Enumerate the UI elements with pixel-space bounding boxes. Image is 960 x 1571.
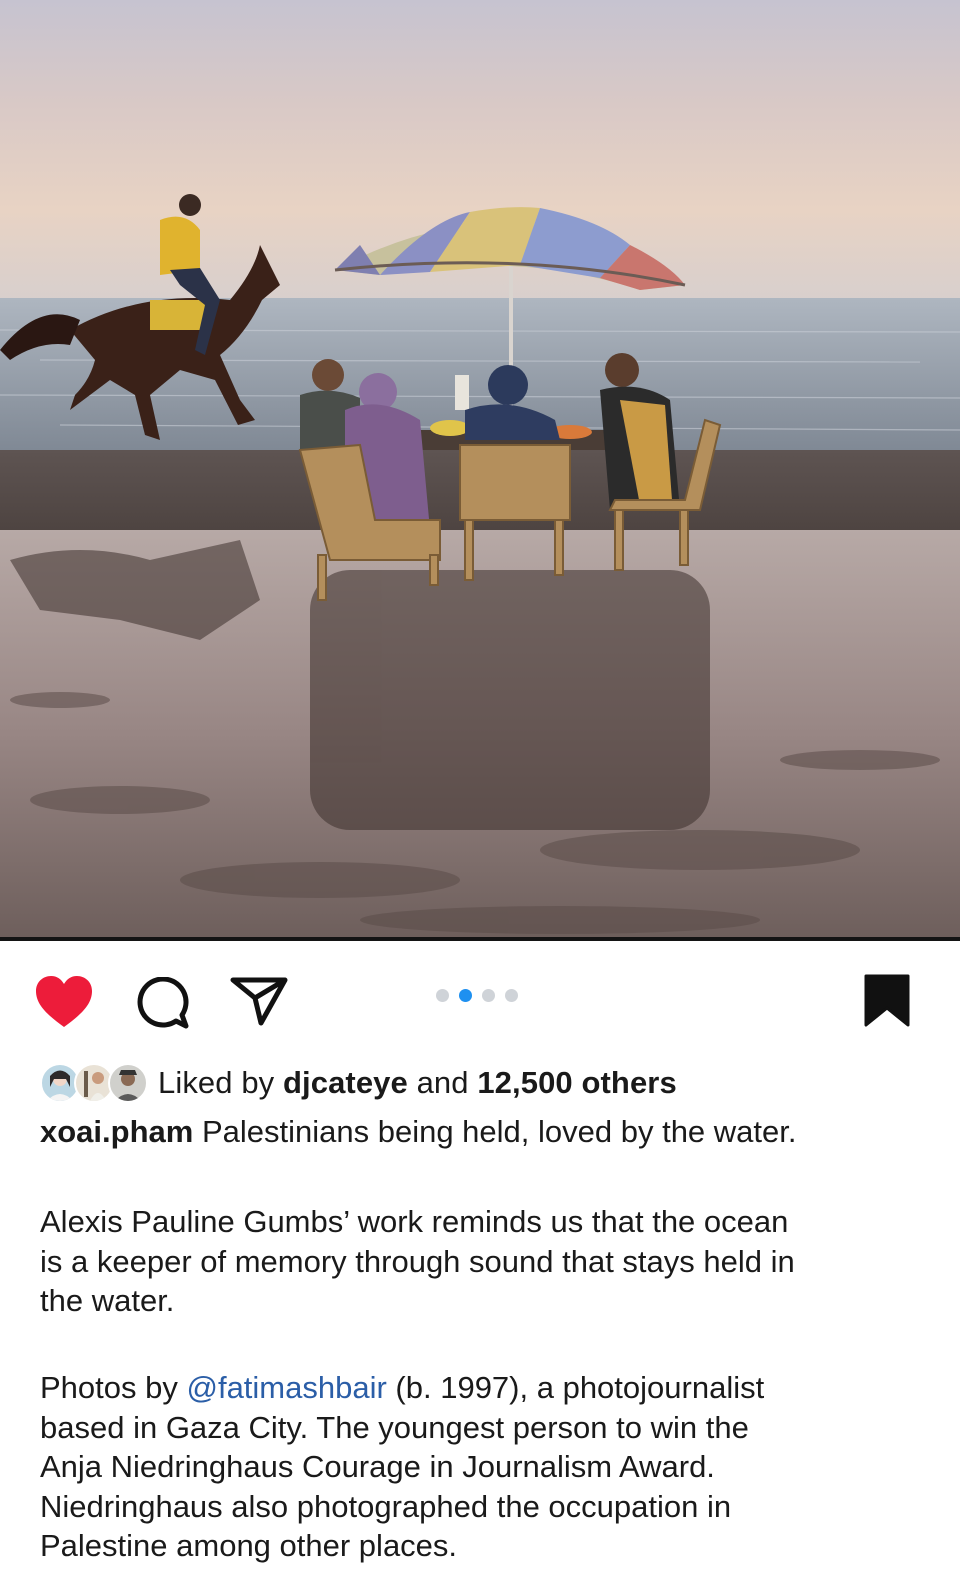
caption-paragraph-1: Alexis Pauline Gumbs’ work reminds us th… (40, 1202, 920, 1321)
carousel-dot (505, 988, 518, 1002)
caption-line: Alexis Pauline Gumbs’ work reminds us th… (40, 1204, 789, 1239)
liker-avatars (40, 1061, 148, 1105)
photo-divider (0, 937, 960, 941)
carousel-dot (436, 988, 449, 1002)
caption-paragraph-2: Photos by @fatimashbair (b. 1997), a pho… (40, 1368, 920, 1566)
likes-count[interactable]: 12,500 others (477, 1065, 676, 1100)
avatar (108, 1063, 148, 1103)
comment-bubble-icon (137, 977, 189, 1029)
beach-scene-image (0, 0, 960, 937)
caption-line: Anja Niedringhaus Courage in Journalism … (40, 1449, 715, 1484)
caption-line: based in Gaza City. The youngest person … (40, 1409, 749, 1445)
credit-lead: Photos by (40, 1370, 187, 1405)
carousel-indicator (436, 988, 518, 1002)
save-button[interactable] (863, 973, 911, 1027)
bookmark-filled-icon (864, 974, 910, 1027)
share-button[interactable] (229, 975, 289, 1027)
likes-prefix: Liked by (158, 1065, 283, 1100)
caption-text: Palestinians being held, loved by the wa… (193, 1114, 797, 1149)
caption-username[interactable]: xoai.pham (40, 1114, 193, 1149)
likes-text: Liked by djcateye and 12,500 others (158, 1065, 677, 1101)
comment-button[interactable] (136, 977, 190, 1029)
post-action-bar (0, 960, 960, 1040)
caption-line: Palestine among other places. (40, 1528, 458, 1563)
carousel-dot (482, 988, 495, 1002)
paper-plane-icon (230, 977, 288, 1026)
caption-line: is a keeper of memory through sound that… (40, 1243, 795, 1279)
caption-first-line: xoai.pham Palestinians being held, loved… (40, 1112, 797, 1152)
likes-middle: and (407, 1065, 478, 1100)
caption-line: Niedringhaus also photographed the occup… (40, 1488, 732, 1524)
heart-filled-icon (36, 976, 92, 1027)
likes-summary[interactable]: Liked by djcateye and 12,500 others (40, 1060, 677, 1106)
liker-username[interactable]: djcateye (283, 1065, 408, 1100)
caption-line: the water. (40, 1283, 175, 1318)
caption-line: Photos by @fatimashbair (b. 1997), a pho… (40, 1368, 920, 1408)
post-photo[interactable] (0, 0, 960, 937)
carousel-dot-active (459, 988, 472, 1002)
mention-link[interactable]: @fatimashbair (186, 1370, 386, 1405)
like-button[interactable] (34, 975, 94, 1029)
credit-rest: (b. 1997), a photojournalist (386, 1370, 765, 1405)
